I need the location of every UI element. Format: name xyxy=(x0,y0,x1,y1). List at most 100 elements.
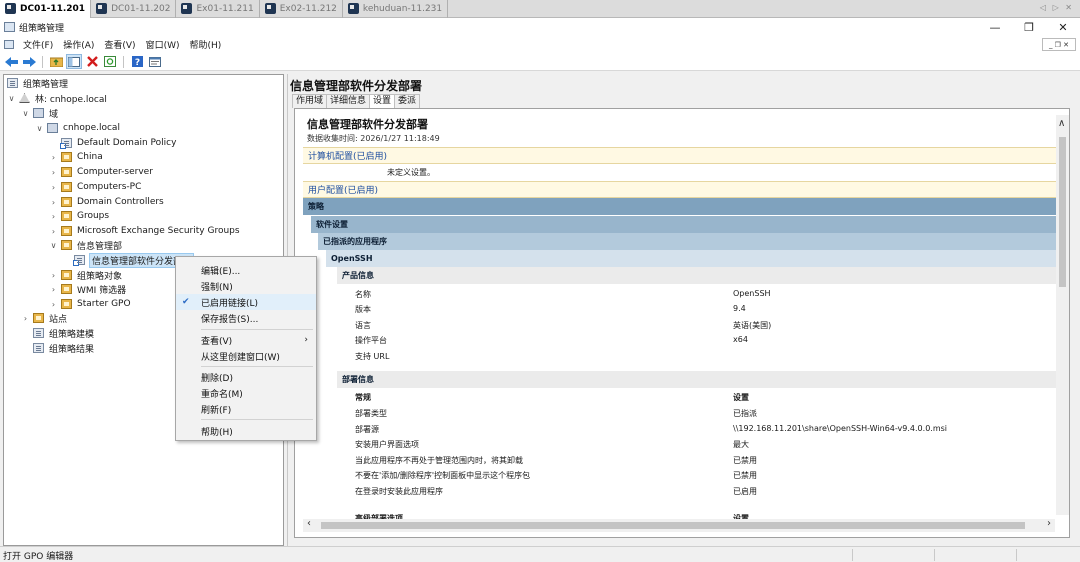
expand-chevron-icon[interactable]: ∨ xyxy=(35,124,44,133)
details-tabs: 作用域 详细信息 设置 委派 xyxy=(292,94,421,109)
sites-icon xyxy=(33,313,44,323)
menu-window[interactable]: 窗口(W) xyxy=(141,38,185,51)
vm-tab-nav-arrows[interactable]: ◁ ▷ ✕ xyxy=(1040,3,1074,12)
vm-tab-dc01-202[interactable]: DC01-11.202 xyxy=(91,0,177,18)
assigned-apps-header[interactable]: 已指派的应用程序 xyxy=(318,233,1057,250)
product-value-platform: x64 xyxy=(733,335,748,344)
expand-chevron-icon[interactable]: › xyxy=(49,300,58,309)
tree-node-ou-computer-server[interactable]: › Computer-server xyxy=(49,165,153,179)
tree-node-ou-exchange-groups[interactable]: › Microsoft Exchange Security Groups xyxy=(49,224,240,238)
ctx-delete[interactable]: 删除(D) xyxy=(176,369,316,385)
scroll-up-icon[interactable]: ∧ xyxy=(1058,118,1065,129)
tab-details[interactable]: 详细信息 xyxy=(326,94,371,108)
delete-icon[interactable] xyxy=(84,54,100,69)
expand-chevron-icon[interactable]: › xyxy=(49,271,58,280)
menu-bar: 文件(F) 操作(A) 查看(V) 窗口(W) 帮助(H) _ ❐ ✕ xyxy=(0,36,1080,53)
tree-node-ou-china[interactable]: › China xyxy=(49,150,103,164)
checkmark-icon: ✔ xyxy=(182,297,190,307)
vm-tab-dc01-201[interactable]: DC01-11.201 xyxy=(0,0,92,18)
software-settings-header[interactable]: 软件设置 xyxy=(311,216,1057,233)
tab-delegation[interactable]: 委派 xyxy=(394,94,421,108)
mdi-window-controls[interactable]: _ ❐ ✕ xyxy=(1042,38,1076,51)
scroll-right-icon[interactable]: › xyxy=(1047,518,1051,529)
horizontal-scroll-thumb[interactable] xyxy=(321,522,1025,529)
vm-tab-kehuduan[interactable]: kehuduan-11.231 xyxy=(343,0,449,18)
ctx-link-enabled[interactable]: ✔ 已启用链接(L) xyxy=(176,294,316,310)
deploy-key-hide-arp: 不要在'添加/删除程序'控制面板中显示这个程序包 xyxy=(355,471,531,480)
vertical-scroll-thumb[interactable] xyxy=(1059,137,1066,287)
expand-chevron-icon[interactable]: › xyxy=(49,285,58,294)
window-title: 组策略管理 xyxy=(19,23,65,34)
vm-tab-ex02[interactable]: Ex02-11.212 xyxy=(260,0,343,18)
menu-file[interactable]: 文件(F) xyxy=(18,38,58,51)
expand-chevron-icon[interactable]: ∨ xyxy=(21,109,30,118)
expand-chevron-icon[interactable]: › xyxy=(49,168,58,177)
show-hide-tree-icon[interactable] xyxy=(66,54,82,69)
ctx-save-report[interactable]: 保存报告(S)... xyxy=(176,310,316,326)
ctx-edit[interactable]: 编辑(E)... xyxy=(176,262,316,278)
policies-header[interactable]: 策略 xyxy=(303,198,1057,215)
tree-node-domains[interactable]: ∨ 域 xyxy=(21,106,58,120)
menu-action[interactable]: 操作(A) xyxy=(58,38,99,51)
tab-settings[interactable]: 设置 xyxy=(369,94,396,109)
tree-node-ou-info-dept[interactable]: ∨ 信息管理部 xyxy=(49,238,122,252)
expand-chevron-icon[interactable]: › xyxy=(21,314,30,323)
expand-chevron-icon[interactable]: › xyxy=(49,212,58,221)
deploy-info-header[interactable]: 部署信息 xyxy=(337,371,1057,388)
expand-chevron-icon[interactable]: › xyxy=(49,198,58,207)
help-icon[interactable]: ? xyxy=(129,54,145,69)
scroll-left-icon[interactable]: ‹ xyxy=(307,518,311,529)
app-openssh-header[interactable]: OpenSSH xyxy=(326,250,1057,267)
tree-node-domain[interactable]: ∨ cnhope.local xyxy=(35,121,120,135)
tree-node-results[interactable]: 组策略结果 xyxy=(33,341,94,355)
ctx-view[interactable]: 查看(V) › xyxy=(176,332,316,348)
up-folder-icon[interactable] xyxy=(48,54,64,69)
tree-node-ou-domain-controllers[interactable]: › Domain Controllers xyxy=(49,195,164,209)
user-config-header[interactable]: 用户配置(已启用) xyxy=(303,181,1057,198)
ctx-new-window[interactable]: 从这里创建窗口(W) xyxy=(176,348,316,364)
tree-node-wmi-filters[interactable]: › WMI 筛选器 xyxy=(49,282,126,296)
expand-chevron-icon[interactable]: › xyxy=(49,153,58,162)
tree-node-default-domain-policy[interactable]: Default Domain Policy xyxy=(60,136,176,150)
forest-icon xyxy=(19,93,30,103)
close-button[interactable]: ✕ xyxy=(1046,18,1080,36)
expand-chevron-icon[interactable]: ∨ xyxy=(7,94,16,103)
restore-button[interactable]: ❐ xyxy=(1012,18,1046,36)
ctx-rename[interactable]: 重命名(M) xyxy=(176,385,316,401)
expand-chevron-icon[interactable]: › xyxy=(49,227,58,236)
forward-icon[interactable] xyxy=(21,54,37,69)
expand-chevron-icon[interactable]: › xyxy=(49,183,58,192)
product-value-name: OpenSSH xyxy=(733,289,771,298)
tab-scope[interactable]: 作用域 xyxy=(292,94,328,108)
tree-node-gpm-root[interactable]: 组策略管理 xyxy=(7,76,68,90)
report-horizontal-scrollbar[interactable]: ‹ › xyxy=(303,518,1055,532)
report-vertical-scrollbar[interactable]: ∧ xyxy=(1056,115,1069,515)
tree-node-forest[interactable]: ∨ 林: cnhope.local xyxy=(7,91,107,105)
vm-tab-ex01[interactable]: Ex01-11.211 xyxy=(176,0,260,18)
product-info-header[interactable]: 产品信息 xyxy=(337,267,1057,284)
tree-node-sites[interactable]: › 站点 xyxy=(21,311,67,325)
minimize-button[interactable]: — xyxy=(978,18,1012,36)
tree-node-ou-groups[interactable]: › Groups xyxy=(49,209,109,223)
tree-node-gpo-objects[interactable]: › 组策略对象 xyxy=(49,268,122,282)
tree-node-ou-computers-pc[interactable]: › Computers-PC xyxy=(49,180,141,194)
gp-results-icon xyxy=(33,343,44,353)
ctx-help[interactable]: 帮助(H) xyxy=(176,423,316,439)
mmc-doc-icon xyxy=(4,40,14,49)
expand-chevron-icon[interactable]: ∨ xyxy=(49,241,58,250)
refresh-icon[interactable] xyxy=(102,54,118,69)
deploy-value-source: \\192.168.11.201\share\OpenSSH-Win64-v9.… xyxy=(733,424,948,433)
properties-icon[interactable] xyxy=(147,54,163,69)
menu-help[interactable]: 帮助(H) xyxy=(185,38,227,51)
ctx-separator xyxy=(201,419,313,420)
menu-view[interactable]: 查看(V) xyxy=(99,38,140,51)
details-title: 信息管理部软件分发部署 xyxy=(290,79,423,93)
computer-config-header[interactable]: 计算机配置(已启用) xyxy=(303,147,1057,164)
ctx-refresh[interactable]: 刷新(F) xyxy=(176,401,316,417)
ctx-enforce[interactable]: 强制(N) xyxy=(176,278,316,294)
vm-icon xyxy=(264,3,276,14)
back-icon[interactable] xyxy=(3,54,19,69)
vm-icon xyxy=(181,3,193,14)
tree-node-starter-gpo[interactable]: › Starter GPO xyxy=(49,297,131,311)
tree-node-modeling[interactable]: 组策略建模 xyxy=(33,326,94,340)
